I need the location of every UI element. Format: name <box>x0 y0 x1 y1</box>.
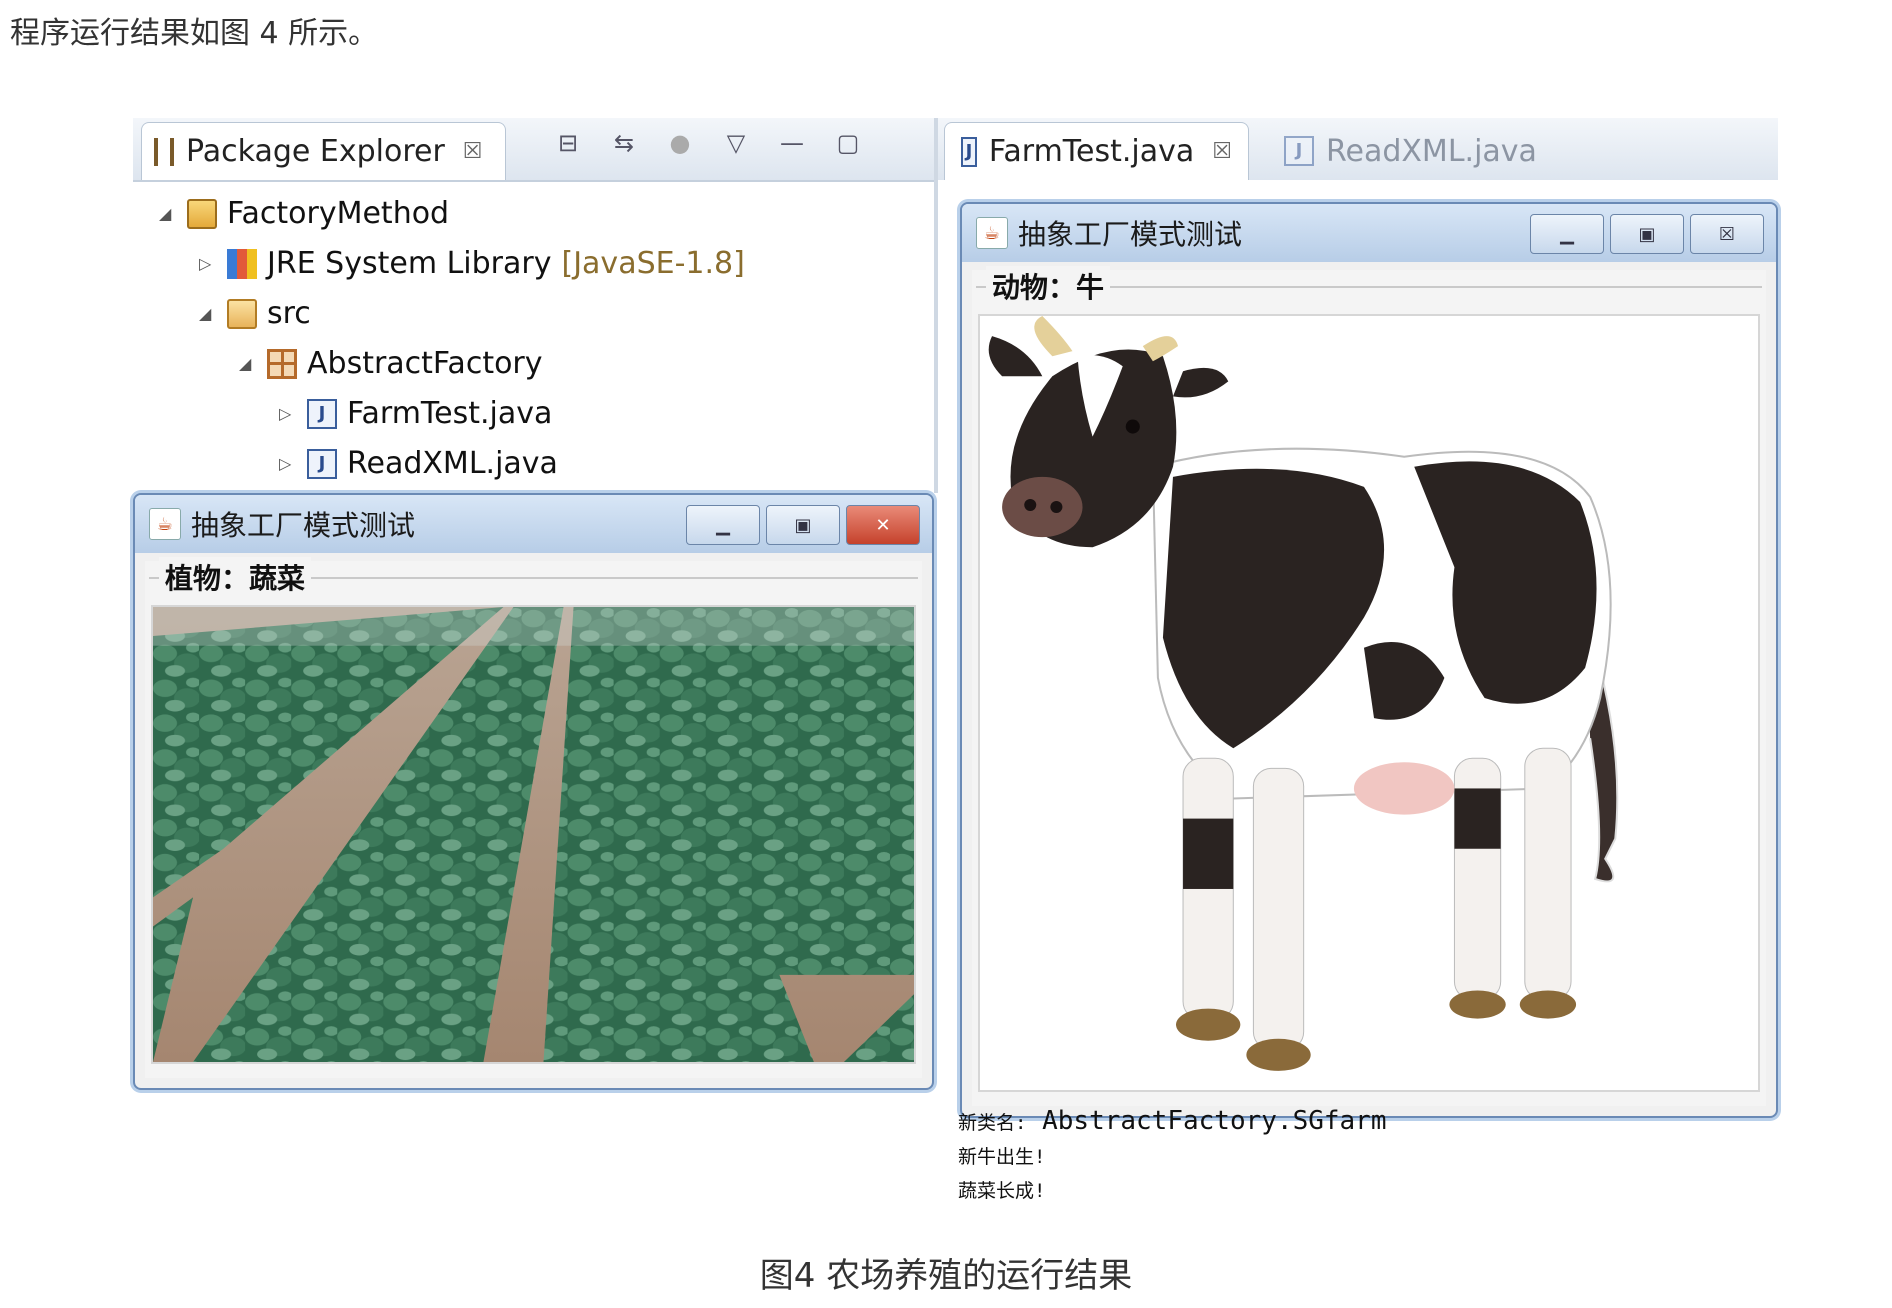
package-explorer-icon <box>154 137 174 166</box>
vegetable-field-image <box>151 605 916 1064</box>
tab-label: FarmTest.java <box>988 134 1195 169</box>
plant-window-titlebar[interactable]: ☕ 抽象工厂模式测试 ▁ ▣ ✕ <box>135 495 932 553</box>
vegetable-field-illustration <box>153 607 914 1062</box>
animal-window-titlebar[interactable]: ☕ 抽象工厂模式测试 ▁ ▣ ☒ <box>962 204 1776 262</box>
expanded-arrow-icon[interactable]: ◢ <box>199 304 217 323</box>
tab-package-explorer[interactable]: Package Explorer ☒ <box>141 122 506 180</box>
tab-label: ReadXML.java <box>1326 133 1537 169</box>
library-icon <box>227 248 257 279</box>
animal-window-body: 动物：牛 <box>972 266 1766 1106</box>
package-explorer-view: Package Explorer ☒ ⊟ ⇆ ● ▽ — ▢ ◢ Factory… <box>133 118 938 493</box>
console-line-1: 新类名: AbstractFactory.SGfarm <box>958 1106 1386 1136</box>
java-file-icon: J <box>307 448 337 479</box>
tree-item-label: src <box>267 296 311 331</box>
console-line-3: 蔬菜长成! <box>958 1180 1046 1202</box>
intro-text: 程序运行结果如图 4 所示。 <box>10 16 379 51</box>
minimize-button[interactable]: ▁ <box>1530 214 1604 254</box>
minimize-button[interactable]: ▁ <box>686 505 760 545</box>
maximize-button[interactable]: ▣ <box>766 505 840 545</box>
project-folder-icon <box>187 198 217 229</box>
group-title: 植物：蔬菜 <box>159 557 312 597</box>
tree-item-label: JRE System Library <box>267 246 552 281</box>
screenshot-figure: Package Explorer ☒ ⊟ ⇆ ● ▽ — ▢ ◢ Factory… <box>133 118 1778 1226</box>
java-file-icon: J <box>961 136 977 167</box>
tree-item-label: ReadXML.java <box>347 446 558 481</box>
plant-window-body: 植物：蔬菜 <box>145 557 922 1078</box>
tree-item-readxml[interactable]: ▷ J ReadXML.java <box>279 446 558 481</box>
tree-item-package[interactable]: ◢ AbstractFactory <box>239 346 543 381</box>
tree-item-project[interactable]: ◢ FactoryMethod <box>159 196 449 231</box>
tree-item-src[interactable]: ◢ src <box>199 296 311 331</box>
window-controls: ▁ ▣ ✕ <box>686 505 920 545</box>
close-icon[interactable]: ☒ <box>1212 139 1232 164</box>
maximize-button[interactable]: ▣ <box>1610 214 1684 254</box>
editor-tabbar: J FarmTest.java ☒ J ReadXML.java <box>938 118 1778 182</box>
animal-window: ☕ 抽象工厂模式测试 ▁ ▣ ☒ 动物：牛 <box>960 202 1778 1118</box>
java-cup-icon: ☕ <box>976 217 1008 249</box>
cow-illustration <box>982 316 1756 1090</box>
console-value: AbstractFactory.SGfarm <box>1042 1106 1387 1136</box>
tab-label: Package Explorer <box>186 134 445 169</box>
java-file-icon: J <box>307 398 337 429</box>
cow-image <box>978 314 1760 1092</box>
console-label: 新类名: <box>958 1112 1027 1134</box>
view-menu-icon[interactable]: ▽ <box>721 128 751 158</box>
minimize-icon[interactable]: — <box>777 128 807 158</box>
plant-window: ☕ 抽象工厂模式测试 ▁ ▣ ✕ 植物：蔬菜 <box>133 493 934 1090</box>
close-button[interactable]: ✕ <box>846 505 920 545</box>
window-title: 抽象工厂模式测试 <box>191 509 416 542</box>
package-explorer-tabbar: Package Explorer ☒ ⊟ ⇆ ● ▽ — ▢ <box>133 118 934 182</box>
tree-item-label: FarmTest.java <box>347 396 553 431</box>
maximize-icon[interactable]: ▢ <box>833 128 863 158</box>
group-title: 动物：牛 <box>986 266 1111 306</box>
tree-item-suffix: [JavaSE-1.8] <box>561 246 745 281</box>
console-line-2: 新牛出生! <box>958 1146 1046 1168</box>
close-icon[interactable]: ☒ <box>463 139 483 164</box>
tree-item-label: FactoryMethod <box>227 196 450 231</box>
close-button[interactable]: ☒ <box>1690 214 1764 254</box>
java-cup-icon: ☕ <box>149 508 181 540</box>
tree-item-jre-library[interactable]: ▷ JRE System Library [JavaSE-1.8] <box>199 246 745 281</box>
window-title: 抽象工厂模式测试 <box>1018 218 1243 251</box>
collapsed-arrow-icon[interactable]: ▷ <box>199 254 217 273</box>
expanded-arrow-icon[interactable]: ◢ <box>159 204 177 223</box>
window-controls: ▁ ▣ ☒ <box>1530 214 1764 254</box>
package-icon <box>267 348 297 379</box>
collapsed-arrow-icon[interactable]: ▷ <box>279 404 297 423</box>
expanded-arrow-icon[interactable]: ◢ <box>239 354 257 373</box>
collapsed-arrow-icon[interactable]: ▷ <box>279 454 297 473</box>
java-file-icon: J <box>1284 136 1314 166</box>
focus-icon[interactable]: ● <box>665 128 695 158</box>
view-toolbar: ⊟ ⇆ ● ▽ — ▢ <box>553 128 863 158</box>
figure-caption: 图4 农场养殖的运行结果 <box>759 1256 1133 1296</box>
tree-item-farmtest[interactable]: ▷ J FarmTest.java <box>279 396 552 431</box>
tab-readxml-java[interactable]: J ReadXML.java <box>1268 122 1553 180</box>
collapse-all-icon[interactable]: ⊟ <box>553 128 583 158</box>
link-with-editor-icon[interactable]: ⇆ <box>609 128 639 158</box>
tree-item-label: AbstractFactory <box>307 346 543 381</box>
source-folder-icon <box>227 298 257 329</box>
tab-farmtest-java[interactable]: J FarmTest.java ☒ <box>944 122 1249 180</box>
